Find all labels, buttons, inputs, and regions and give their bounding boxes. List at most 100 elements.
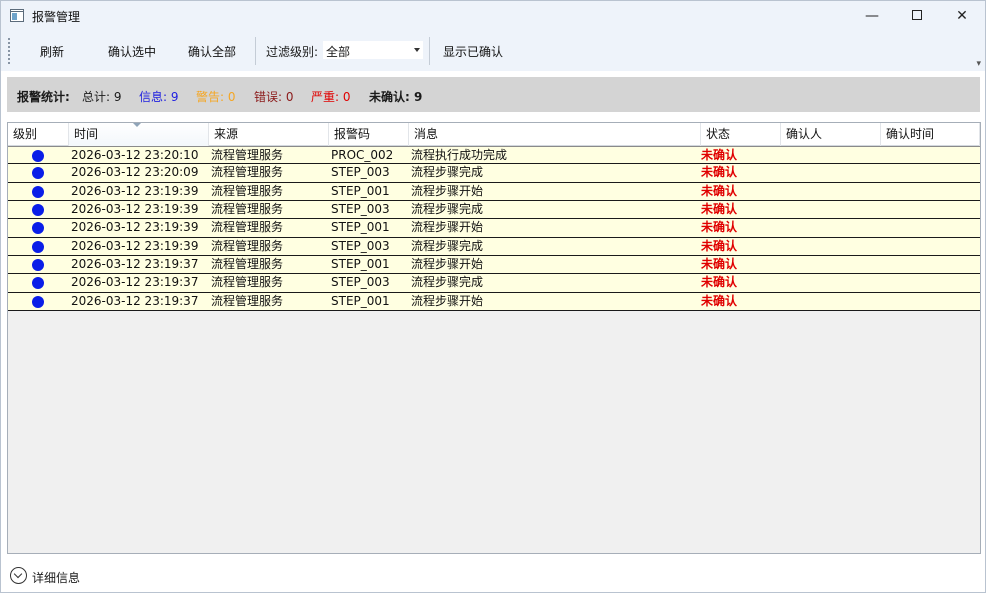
column-header-status[interactable]: 状态 <box>701 123 781 146</box>
filter-level-select[interactable]: 全部 <box>322 40 424 60</box>
cell-message: 流程步骤完成 <box>411 165 484 180</box>
cell-message: 流程步骤开始 <box>411 183 484 198</box>
grid-rows: 2026-03-12 23:20:10 流程管理服务 PROC_002 流程执行成功完… <box>8 146 980 311</box>
cell-code: STEP_003 <box>331 238 390 253</box>
maximize-button[interactable] <box>894 1 940 31</box>
cell-status: 未确认 <box>701 256 738 271</box>
stat-critical: 严重: 0 <box>311 90 351 104</box>
table-row[interactable]: 2026-03-12 23:19:37 流程管理服务 STEP_001 流程步骤开始 未… <box>8 255 980 275</box>
sort-indicator-icon <box>133 123 141 127</box>
table-row[interactable]: 2026-03-12 23:19:39 流程管理服务 STEP_001 流程步骤开始 未… <box>8 219 980 238</box>
grid-header: 级别 时间 来源 报警码 消息 状态 确认人 确认时间 <box>8 123 980 146</box>
cell-time: 2026-03-12 23:19:37 <box>71 275 199 290</box>
table-row[interactable]: 2026-03-12 23:19:39 流程管理服务 STEP_003 流程步骤完成 未… <box>8 200 980 220</box>
blue-dot-icon <box>32 277 44 290</box>
cell-code: STEP_003 <box>331 275 390 290</box>
confirm-selected-button[interactable]: 确认选中 <box>108 43 156 60</box>
cell-source: 流程管理服务 <box>211 238 284 253</box>
cell-status: 未确认 <box>701 238 738 253</box>
title-bar[interactable]: 报警管理 — ✕ <box>1 1 985 31</box>
cell-confirmed-by <box>779 293 785 310</box>
cell-source: 流程管理服务 <box>211 220 284 235</box>
cell-time: 2026-03-12 23:19:39 <box>71 220 199 235</box>
cell-time: 2026-03-12 23:19:39 <box>71 201 199 216</box>
cell-confirmed-time <box>879 293 885 310</box>
cell-confirmed-time <box>879 238 885 255</box>
cell-source: 流程管理服务 <box>211 183 284 198</box>
table-row[interactable]: 2026-03-12 23:19:37 流程管理服务 STEP_001 流程步骤开始 未… <box>8 292 980 311</box>
column-header-confirmed-by[interactable]: 确认人 <box>781 123 881 146</box>
cell-message: 流程步骤完成 <box>411 275 484 290</box>
cell-message: 流程步骤开始 <box>411 220 484 235</box>
cell-confirmed-by <box>779 147 785 164</box>
toolbar-separator <box>429 37 430 65</box>
refresh-button[interactable]: 刷新 <box>40 43 64 60</box>
column-header-message[interactable]: 消息 <box>409 123 701 146</box>
close-icon: ✕ <box>956 8 968 24</box>
toolbar-grip-icon[interactable] <box>8 38 10 64</box>
stat-unconfirmed: 未确认: 9 <box>369 90 423 104</box>
cell-source: 流程管理服务 <box>211 148 284 162</box>
toolbar-separator <box>255 37 256 65</box>
expand-chevron-icon[interactable] <box>10 567 27 584</box>
cell-source: 流程管理服务 <box>211 275 284 290</box>
cell-message: 流程步骤开始 <box>411 256 484 271</box>
cell-source: 流程管理服务 <box>211 293 284 308</box>
cell-code: STEP_001 <box>331 256 390 271</box>
stat-error: 错误: 0 <box>254 90 294 104</box>
details-label: 详细信息 <box>32 571 81 585</box>
cell-confirmed-by <box>779 219 785 236</box>
maximize-icon <box>912 10 922 20</box>
table-row[interactable]: 2026-03-12 23:20:09 流程管理服务 STEP_003 流程步骤完成 未… <box>8 164 980 183</box>
cell-confirmed-by <box>779 164 785 181</box>
cell-confirmed-time <box>879 183 885 200</box>
cell-source: 流程管理服务 <box>211 256 284 271</box>
cell-status: 未确认 <box>701 183 738 198</box>
show-confirmed-button[interactable]: 显示已确认 <box>443 43 503 60</box>
stat-info: 信息: 9 <box>139 90 179 104</box>
cell-confirmed-by <box>779 183 785 200</box>
stats-title: 报警统计: <box>17 90 70 104</box>
column-header-time[interactable]: 时间 <box>69 123 209 146</box>
cell-message: 流程步骤完成 <box>411 201 484 216</box>
cell-code: PROC_002 <box>331 148 394 162</box>
cell-code: STEP_003 <box>331 201 390 216</box>
cell-code: STEP_003 <box>331 165 390 180</box>
cell-time: 2026-03-12 23:19:37 <box>71 293 199 308</box>
alarm-grid[interactable]: 级别 时间 来源 报警码 消息 状态 确认人 确认时间 2026-03-12 2… <box>7 122 981 554</box>
cell-code: STEP_001 <box>331 183 390 198</box>
column-header-level[interactable]: 级别 <box>8 123 69 146</box>
cell-source: 流程管理服务 <box>211 201 284 216</box>
close-button[interactable]: ✕ <box>939 1 985 31</box>
toolbar-overflow-icon[interactable]: ▾ <box>976 59 981 69</box>
minimize-button[interactable]: — <box>849 1 895 31</box>
cell-time: 2026-03-12 23:20:10 <box>71 148 199 162</box>
confirm-all-button[interactable]: 确认全部 <box>188 43 236 60</box>
table-row[interactable]: 2026-03-12 23:19:39 流程管理服务 STEP_001 流程步骤开始 未… <box>8 182 980 201</box>
cell-message: 流程步骤开始 <box>411 293 484 308</box>
alarm-stats-bar: 报警统计: 总计: 9 信息: 9 警告: 0 错误: 0 严重: 0 未确认:… <box>7 77 980 112</box>
table-row[interactable]: 2026-03-12 23:19:39 流程管理服务 STEP_003 流程步骤完成 未… <box>8 237 980 256</box>
filter-level-label: 过滤级别: <box>266 45 319 59</box>
cell-confirmed-by <box>779 238 785 255</box>
cell-confirmed-by <box>779 201 785 218</box>
blue-dot-icon <box>32 295 44 308</box>
table-row[interactable]: 2026-03-12 23:20:10 流程管理服务 PROC_002 流程执行成功完… <box>8 146 980 165</box>
cell-code: STEP_001 <box>331 293 390 308</box>
stat-warning: 警告: 0 <box>196 90 236 104</box>
toolbar: 刷新 确认选中 确认全部 过滤级别: 全部 显示已确认 ▾ <box>1 31 985 71</box>
cell-status: 未确认 <box>701 293 738 308</box>
cell-confirmed-time <box>879 274 885 291</box>
table-row[interactable]: 2026-03-12 23:19:37 流程管理服务 STEP_003 流程步骤完成 未… <box>8 274 980 293</box>
blue-dot-icon <box>32 167 44 180</box>
column-header-code[interactable]: 报警码 <box>329 123 409 146</box>
cell-message: 流程步骤完成 <box>411 238 484 253</box>
cell-message: 流程执行成功完成 <box>411 148 508 162</box>
blue-dot-icon <box>32 203 44 216</box>
column-header-confirmed-time[interactable]: 确认时间 <box>881 123 980 146</box>
cell-confirmed-time <box>879 219 885 236</box>
cell-time: 2026-03-12 23:19:37 <box>71 256 199 271</box>
blue-dot-icon <box>32 150 44 162</box>
blue-dot-icon <box>32 258 44 271</box>
column-header-source[interactable]: 来源 <box>209 123 329 146</box>
